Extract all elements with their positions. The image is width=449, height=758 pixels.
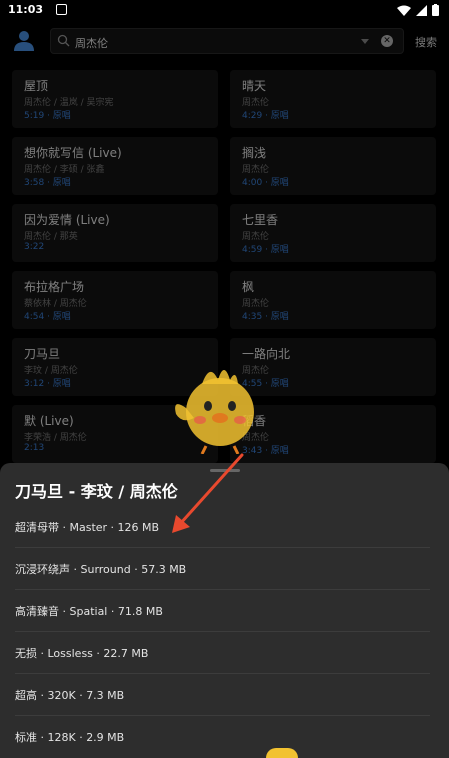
system-icons	[397, 3, 439, 17]
quality-option-lossless[interactable]: 无损 · Lossless · 22.7 MB	[15, 632, 430, 674]
sheet-title: 刀马旦 - 李玟 / 周杰伦	[15, 482, 178, 501]
notification-icon	[56, 4, 67, 15]
quality-bottom-sheet: 刀马旦 - 李玟 / 周杰伦 超清母带 · Master · 126 MB 沉浸…	[0, 463, 449, 758]
quality-option-label: 超高 · 320K · 7.3 MB	[15, 689, 125, 702]
quality-option-320k[interactable]: 超高 · 320K · 7.3 MB	[15, 674, 430, 716]
quality-option-surround[interactable]: 沉浸环绕声 · Surround · 57.3 MB	[15, 548, 430, 590]
signal-icon	[416, 4, 427, 16]
status-bar: 11:03	[0, 0, 449, 20]
wifi-icon	[397, 5, 411, 16]
quality-option-label: 高清臻音 · Spatial · 71.8 MB	[15, 605, 163, 618]
status-time: 11:03	[8, 3, 44, 16]
battery-icon	[432, 4, 439, 16]
quality-option-spatial[interactable]: 高清臻音 · Spatial · 71.8 MB	[15, 590, 430, 632]
quality-option-label: 标准 · 128K · 2.9 MB	[15, 731, 125, 744]
mascot-icon	[175, 370, 254, 454]
sheet-drag-handle[interactable]	[210, 469, 240, 472]
quality-option-label: 超清母带 · Master · 126 MB	[15, 521, 160, 534]
quality-option-label: 无损 · Lossless · 22.7 MB	[15, 647, 149, 660]
quality-option-master[interactable]: 超清母带 · Master · 126 MB	[15, 506, 430, 548]
mascot-peek-icon	[266, 748, 298, 758]
quality-option-label: 沉浸环绕声 · Surround · 57.3 MB	[15, 563, 187, 576]
quality-option-128k[interactable]: 标准 · 128K · 2.9 MB	[15, 716, 430, 758]
